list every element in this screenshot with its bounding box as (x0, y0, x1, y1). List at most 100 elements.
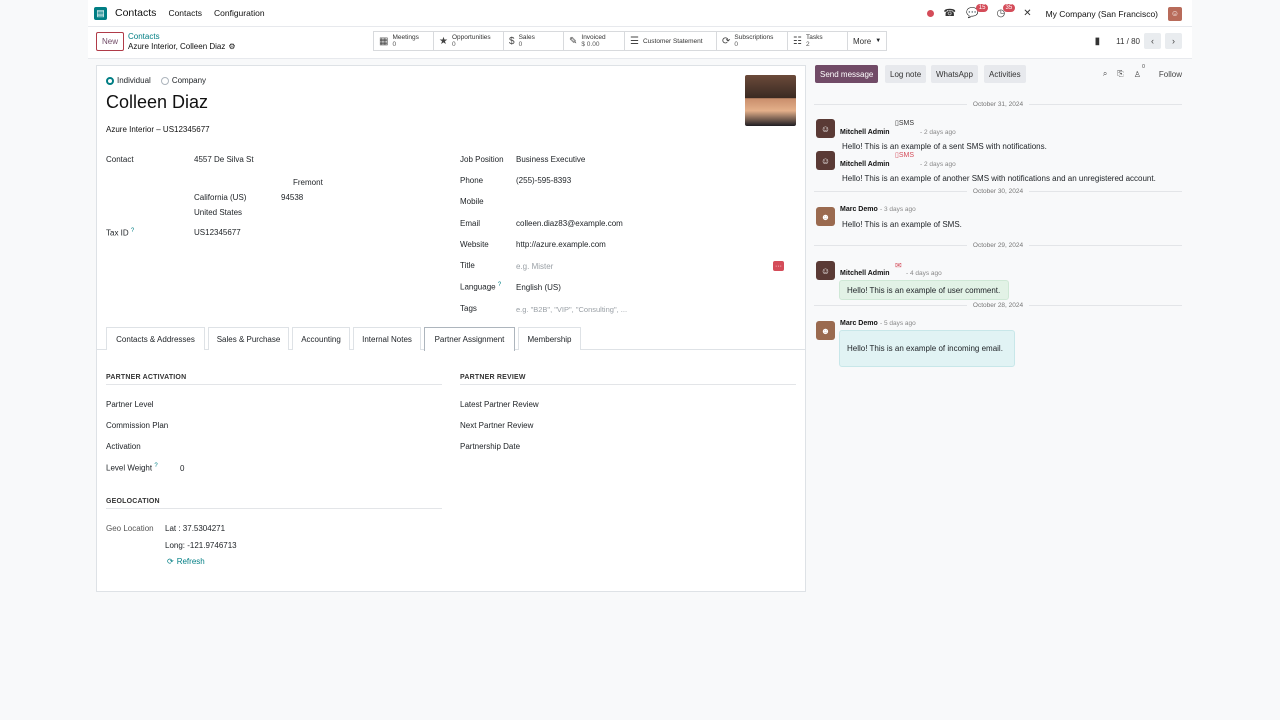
phone-field[interactable]: (255)-595-8393 (516, 176, 571, 185)
language-label: Language ? (460, 282, 501, 292)
state-field[interactable]: California (US) (194, 193, 246, 202)
more-button[interactable]: More ▼ (847, 31, 887, 51)
paperclip-icon[interactable]: ⎘ (1117, 69, 1123, 79)
language-field[interactable]: English (US) (516, 283, 561, 292)
date-separator: October 30, 2024 (814, 188, 1183, 195)
latitude-value: Lat : 37.5304271 (165, 524, 226, 533)
smart-button-label: Invoiced (581, 34, 606, 41)
radio-company[interactable]: Company (160, 76, 206, 85)
company-type-radio: Individual Company (106, 76, 206, 85)
city-field[interactable]: Fremont (293, 178, 323, 187)
log-note-button[interactable]: Log note (885, 65, 927, 83)
help-icon[interactable]: ? (498, 282, 501, 288)
section-divider (460, 384, 796, 385)
level-weight-field[interactable]: 0 (180, 464, 184, 473)
tab-sales-purchase[interactable]: Sales & Purchase (208, 327, 289, 350)
attachment-icon[interactable]: ▮ (1095, 36, 1101, 47)
debug-tools-icon[interactable]: ✕ (1023, 8, 1031, 19)
smart-button-customer-statement[interactable]: ☰ Customer Statement (624, 31, 717, 51)
company-switcher[interactable]: My Company (San Francisco) (1046, 9, 1158, 19)
new-button[interactable]: New (96, 32, 125, 51)
message-time: - 5 days ago (880, 320, 916, 327)
gear-icon[interactable]: ⚙ (228, 42, 235, 51)
tab-contacts-addresses[interactable]: Contacts & Addresses (106, 327, 205, 350)
message-author[interactable]: Mitchell Admin (840, 129, 890, 136)
partner-review-title: PARTNER REVIEW (460, 374, 526, 381)
breadcrumb-current: Azure Interior, Colleen Diaz ⚙ (128, 42, 236, 51)
refresh-icon: ⟳ (167, 557, 174, 566)
message-time: - 2 days ago (920, 161, 956, 168)
activities-icon[interactable]: ◷ 35 (996, 3, 1016, 19)
message-author[interactable]: Marc Demo (840, 206, 878, 213)
tab-internal-notes[interactable]: Internal Notes (353, 327, 421, 350)
tab-membership[interactable]: Membership (518, 327, 581, 350)
phone-icon[interactable]: ☎ (944, 8, 956, 19)
geo-refresh-button[interactable]: ⟳ Refresh (167, 557, 205, 566)
send-message-button[interactable]: Send message (815, 65, 879, 83)
app-name[interactable]: Contacts (115, 7, 156, 19)
avatar[interactable]: ☻ (816, 321, 835, 340)
smart-buttons: ▦ Meetings 0 ★ Opportunities 0 $ Sales 0 ✎ … (373, 31, 887, 51)
smart-button-sales[interactable]: $ Sales 0 (503, 31, 564, 51)
dollar-icon: $ (509, 35, 515, 47)
message-body: Hello! This is an example of incoming em… (847, 344, 1003, 353)
avatar[interactable]: ☻ (816, 207, 835, 226)
tags-field[interactable]: e.g. "B2B", "VIP", "Consulting", ... (516, 305, 627, 314)
followers-icon[interactable]: ♙ 0 (1134, 64, 1145, 79)
message-author[interactable]: Marc Demo (840, 320, 878, 327)
parent-company[interactable]: Azure Interior – US12345677 (106, 125, 210, 134)
avatar[interactable]: ☺ (816, 119, 835, 138)
tab-accounting[interactable]: Accounting (292, 327, 350, 350)
smart-button-value: 0 (392, 41, 397, 48)
message-bubble: Hello! This is an example of incoming em… (839, 330, 1015, 367)
follow-button[interactable]: Follow (1159, 70, 1182, 79)
smart-button-tasks[interactable]: ☷ Tasks 2 (787, 31, 848, 51)
smart-button-label: Subscriptions (734, 34, 774, 41)
smart-button-subscriptions[interactable]: ⟳ Subscriptions 0 (716, 31, 788, 51)
title-field[interactable]: e.g. Mister (516, 262, 553, 271)
street-field[interactable]: 4557 De Silva St (194, 155, 254, 164)
smart-button-meetings[interactable]: ▦ Meetings 0 (373, 31, 434, 51)
app-icon[interactable]: ▤ (94, 6, 107, 20)
avatar[interactable]: ☺ (816, 151, 835, 170)
country-field[interactable]: United States (194, 208, 242, 217)
activities-button[interactable]: Activities (984, 65, 1026, 83)
whatsapp-button[interactable]: WhatsApp (931, 65, 978, 83)
pager-value[interactable]: 11 / 80 (1116, 37, 1140, 46)
mobile-field[interactable] (516, 197, 716, 207)
form-sheet: Individual Company Colleen Diaz Azure In… (96, 65, 806, 592)
smart-button-invoiced[interactable]: ✎ Invoiced $ 0.00 (563, 31, 625, 51)
message-author[interactable]: Mitchell Admin (840, 161, 890, 168)
partnership-date-label: Partnership Date (460, 442, 521, 451)
help-icon[interactable]: ? (131, 228, 134, 234)
breadcrumb-contacts[interactable]: Contacts (128, 32, 160, 41)
menu-contacts[interactable]: Contacts (168, 8, 202, 18)
tab-partner-assignment[interactable]: Partner Assignment (424, 327, 515, 351)
message-author[interactable]: Mitchell Admin (840, 270, 890, 277)
message-body: Hello! This is an example of user commen… (847, 285, 1001, 295)
pager-previous-button[interactable]: ‹ (1144, 33, 1161, 49)
activation-label: Activation (106, 442, 141, 451)
pager-next-button[interactable]: › (1165, 33, 1182, 49)
date-label: October 30, 2024 (972, 188, 1024, 195)
recording-status-icon[interactable] (926, 10, 934, 17)
user-avatar[interactable]: ☺ (1168, 6, 1182, 21)
website-field[interactable]: http://azure.example.com (516, 240, 606, 249)
help-icon[interactable]: ? (154, 463, 157, 469)
more-options-icon[interactable]: ··· (773, 261, 784, 271)
zip-field[interactable]: 94538 (281, 193, 303, 202)
menu-configuration[interactable]: Configuration (214, 8, 265, 18)
contact-photo[interactable] (745, 75, 796, 126)
email-field[interactable]: colleen.diaz83@example.com (516, 219, 623, 228)
smart-button-opportunities[interactable]: ★ Opportunities 0 (433, 31, 504, 51)
radio-unselected-icon (160, 76, 169, 85)
envelope-icon: ✉ (895, 261, 902, 270)
radio-individual[interactable]: Individual (106, 76, 151, 85)
job-position-field[interactable]: Business Executive (516, 155, 585, 164)
avatar[interactable]: ☺ (816, 261, 835, 280)
tax-id-field[interactable]: US12345677 (194, 228, 241, 237)
messages-icon[interactable]: 💬 15 (966, 3, 989, 19)
contact-name[interactable]: Colleen Diaz (106, 92, 208, 113)
search-icon[interactable]: ⌕ (1103, 69, 1107, 79)
page-margin-right (1192, 0, 1280, 720)
